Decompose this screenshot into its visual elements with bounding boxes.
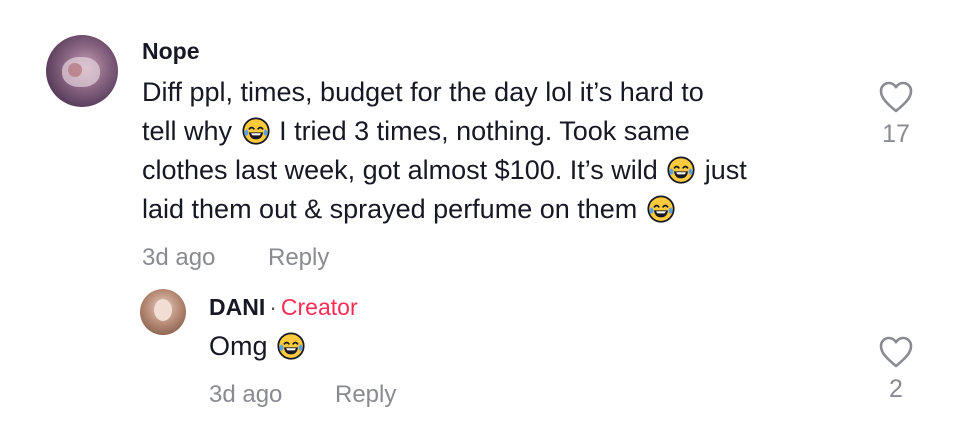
face-with-tears-of-joy-icon bbox=[241, 117, 270, 145]
reply-text: Omg bbox=[209, 327, 307, 366]
creator-badge: Creator bbox=[280, 294, 358, 320]
comment-username[interactable]: Nope bbox=[142, 38, 200, 65]
reply-like-count: 2 bbox=[889, 375, 903, 403]
comment-timestamp: 3d ago bbox=[142, 244, 216, 271]
reply-like-button[interactable]: 2 bbox=[874, 335, 918, 404]
avatar[interactable] bbox=[46, 35, 118, 107]
like-button[interactable]: 17 bbox=[874, 80, 918, 149]
comment-line-text: just bbox=[704, 155, 747, 185]
face-with-tears-of-joy-icon bbox=[667, 156, 695, 184]
heart-icon[interactable] bbox=[878, 335, 914, 369]
comment-line-text: tell why bbox=[142, 116, 233, 146]
separator-dot: · bbox=[269, 294, 277, 320]
comment-line: Diff ppl, times, budget for the day lol … bbox=[142, 73, 747, 112]
comment-line-text: clothes last week, got almost $100. It’s… bbox=[142, 155, 658, 185]
heart-icon[interactable] bbox=[878, 80, 914, 114]
comment-line: tell why I tried 3 times, nothing. Took … bbox=[142, 112, 747, 151]
comment-thread: Nope Diff ppl, times, budget for the day… bbox=[0, 0, 980, 432]
like-count: 17 bbox=[882, 120, 910, 148]
reply-reply-button[interactable]: Reply bbox=[335, 381, 396, 409]
comment-line-text: laid them out & sprayed perfume on them bbox=[142, 194, 638, 224]
face-with-tears-of-joy-icon bbox=[277, 332, 305, 360]
reply-avatar[interactable] bbox=[140, 289, 186, 335]
comment-line: laid them out & sprayed perfume on them bbox=[142, 190, 747, 229]
reply-text-content: Omg bbox=[209, 331, 268, 361]
reply-button[interactable]: Reply bbox=[268, 244, 329, 272]
face-with-tears-of-joy-icon bbox=[647, 195, 675, 223]
comment-line-text: Diff ppl, times, budget for the day lol … bbox=[142, 77, 704, 107]
reply-username-text[interactable]: DANI bbox=[209, 294, 265, 320]
reply-timestamp: 3d ago bbox=[209, 381, 283, 408]
comment-text: Diff ppl, times, budget for the day lol … bbox=[142, 73, 747, 229]
comment-line: clothes last week, got almost $100. It’s… bbox=[142, 151, 747, 190]
comment-line-text: I tried 3 times, nothing. Took same bbox=[279, 116, 690, 146]
reply-username: DANI · Creator bbox=[209, 294, 358, 321]
